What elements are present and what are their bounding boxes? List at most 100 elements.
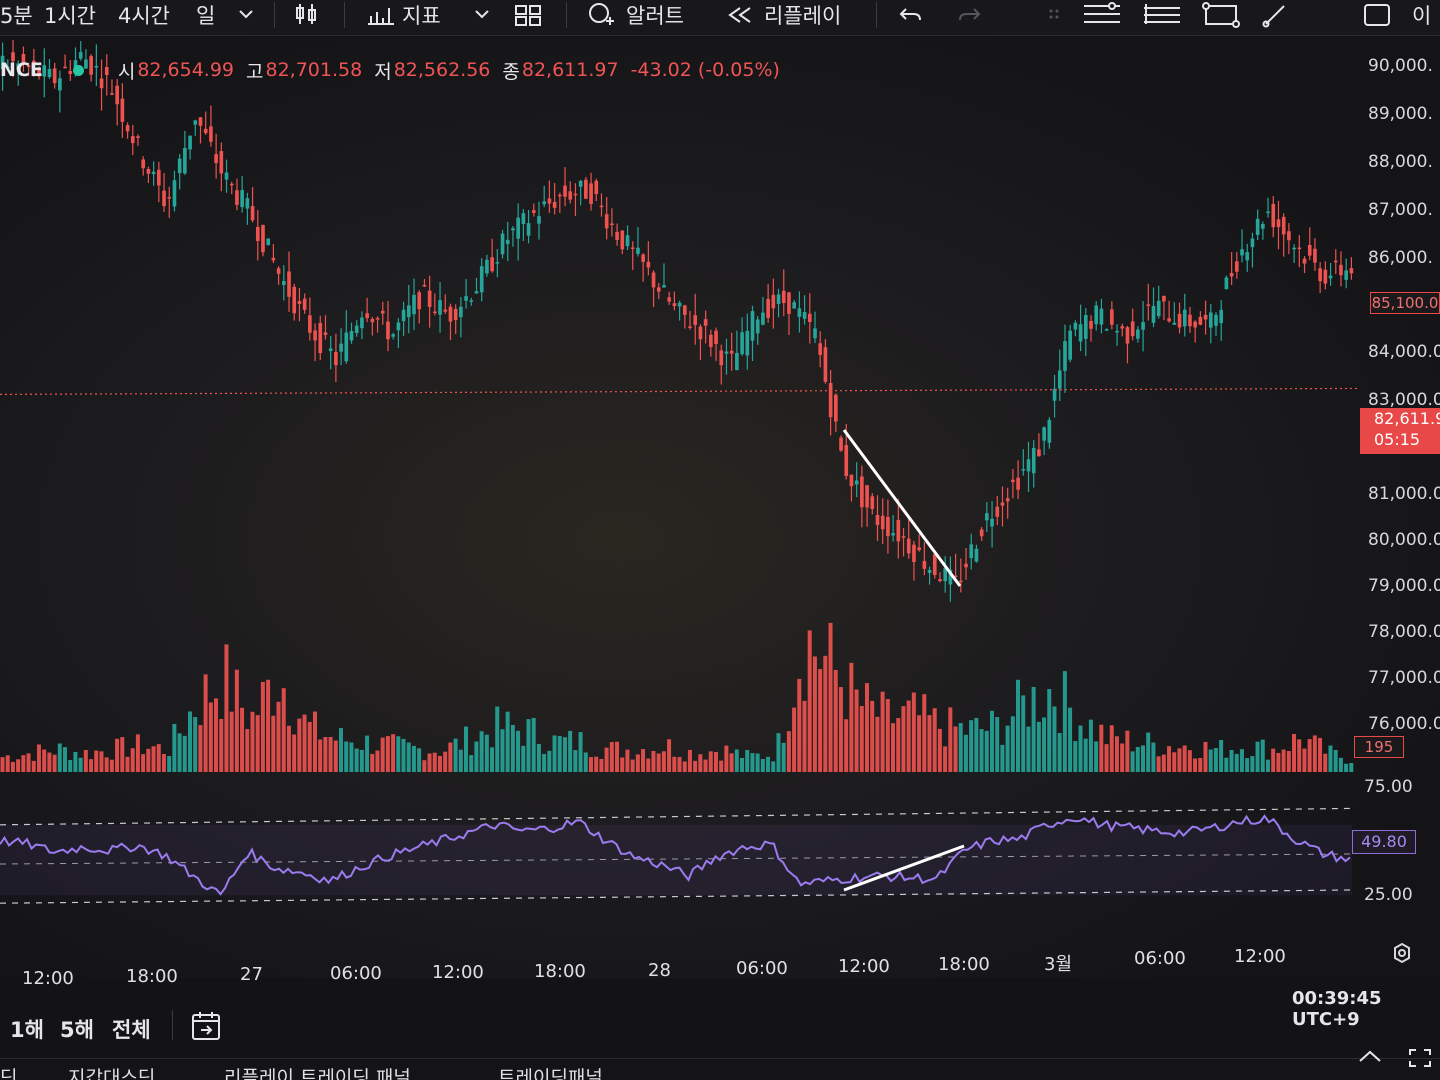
candle-body xyxy=(1042,427,1046,441)
candle-body xyxy=(1250,238,1255,248)
candle-body xyxy=(693,315,698,325)
candle-body xyxy=(1255,218,1260,235)
volume-bar xyxy=(495,706,500,772)
rectangle-tool-button[interactable] xyxy=(1202,0,1240,30)
volume-bar xyxy=(99,751,104,772)
volume-bar xyxy=(1193,758,1198,772)
volume-bar xyxy=(1338,757,1343,772)
candle-body xyxy=(136,136,140,138)
symbol-name[interactable]: NCE xyxy=(0,59,43,81)
candle-body xyxy=(1052,388,1057,401)
redo-icon xyxy=(959,8,981,21)
tab-replay-trading-panel[interactable]: 리플레이 트레이딩 패널 xyxy=(224,1063,411,1080)
tab-wallet[interactable]: 지갑대스딘 xyxy=(68,1063,155,1080)
price-tick: 80,000.0 xyxy=(1368,530,1440,550)
tab-1[interactable]: 딘 xyxy=(0,1063,17,1080)
volume-bar xyxy=(588,757,593,772)
volume-bar xyxy=(891,723,896,772)
volume-bar xyxy=(271,715,276,772)
candle-body xyxy=(1313,248,1317,263)
tab-trading-panel[interactable]: 트레이딩패널 xyxy=(498,1063,603,1080)
volume-bar xyxy=(453,738,458,772)
volume-bar xyxy=(354,748,359,772)
volume-badge: 195 xyxy=(1354,736,1404,758)
volume-bar xyxy=(396,736,401,772)
interval-1d[interactable]: 일 xyxy=(196,0,215,30)
brush-tool-button[interactable] xyxy=(1262,0,1290,30)
candle-body xyxy=(464,296,468,301)
volume-bar xyxy=(224,644,229,772)
maximize-panel-button[interactable] xyxy=(1406,1047,1434,1073)
interval-1h-label: 1시간 xyxy=(44,4,97,28)
range-5y[interactable]: 5해 xyxy=(60,1014,94,1044)
candle-body xyxy=(1261,223,1265,229)
fib-tool-button[interactable] xyxy=(1142,0,1182,30)
indicators-button[interactable]: 지표 xyxy=(366,0,441,30)
indicators-dropdown[interactable] xyxy=(472,0,492,30)
volume-bar xyxy=(880,691,885,772)
volume-bar xyxy=(1239,749,1244,772)
candle-body xyxy=(1214,314,1218,326)
volume-bar xyxy=(677,757,682,772)
candle-body xyxy=(386,321,390,340)
candle-body xyxy=(1104,329,1109,331)
price-tick: 86,000. xyxy=(1368,248,1433,268)
volume-bar xyxy=(521,745,526,772)
candle-body xyxy=(651,272,656,288)
candle-body xyxy=(662,285,666,288)
toolbar-divider xyxy=(566,2,567,28)
volume-bar xyxy=(625,749,630,772)
redo-button[interactable] xyxy=(956,0,982,30)
range-1y[interactable]: 1해 xyxy=(10,1014,44,1044)
price-chart[interactable] xyxy=(0,40,1360,1000)
candle-body xyxy=(1302,258,1307,264)
candle-body xyxy=(672,303,677,307)
chart-settings-button[interactable] xyxy=(1390,942,1414,970)
time-tick: 28 xyxy=(648,960,671,981)
candle-body xyxy=(776,294,781,305)
interval-dropdown[interactable] xyxy=(236,0,256,30)
volume-bar xyxy=(292,734,297,772)
volume-bar xyxy=(21,755,26,772)
goto-date-button[interactable] xyxy=(190,1010,222,1046)
candle-body xyxy=(162,190,166,207)
layout-button[interactable] xyxy=(514,0,542,30)
volume-bar xyxy=(1068,707,1073,772)
alert-button[interactable]: 알러트 xyxy=(586,0,684,30)
volume-bar xyxy=(641,749,646,772)
candle-body xyxy=(735,352,739,371)
lines-tool-button[interactable] xyxy=(1082,0,1122,30)
interval-5m[interactable]: 5분 xyxy=(0,0,33,30)
volume-bar xyxy=(1026,726,1031,772)
volume-bar xyxy=(1333,749,1338,772)
undo-button[interactable] xyxy=(898,0,924,30)
volume-bar xyxy=(281,688,286,772)
candle-body xyxy=(568,191,573,200)
volume-bar xyxy=(1182,745,1187,772)
candle-body xyxy=(1089,320,1093,329)
volume-bar xyxy=(1323,753,1328,772)
volume-bar xyxy=(729,753,734,772)
drag-handle[interactable] xyxy=(1048,0,1060,30)
volume-bar xyxy=(542,753,547,772)
volume-bar xyxy=(547,750,552,772)
range-all[interactable]: 전체 xyxy=(112,1014,151,1044)
candle-body xyxy=(1162,295,1166,302)
volume-bar xyxy=(974,717,979,772)
volume-bar xyxy=(885,699,890,772)
volume-bar xyxy=(911,692,916,772)
interval-1h[interactable]: 1시간 xyxy=(44,0,96,30)
volume-bar xyxy=(562,737,567,772)
top-toolbar: 5분 1시간 4시간 일 지표 알러트 리플레이 이 xyxy=(0,0,1440,36)
time-tick: 12:00 xyxy=(838,956,890,977)
rsi-upper-line xyxy=(0,807,1353,826)
replay-button[interactable]: 리플레이 xyxy=(726,0,841,30)
time-axis[interactable]: 12:00 18:00 27 06:00 12:00 18:00 28 06:0… xyxy=(0,946,1360,989)
interval-4h[interactable]: 4시간 xyxy=(118,0,170,30)
price-axis[interactable]: 90,000. 89,000. 88,000. 87,000. 86,000. … xyxy=(1360,0,1440,780)
candle-body xyxy=(297,301,302,304)
candle-style-button[interactable] xyxy=(294,0,322,30)
collapse-panel-button[interactable] xyxy=(1356,1047,1384,1071)
volume-bar xyxy=(1005,725,1010,772)
candle-body xyxy=(750,311,755,341)
